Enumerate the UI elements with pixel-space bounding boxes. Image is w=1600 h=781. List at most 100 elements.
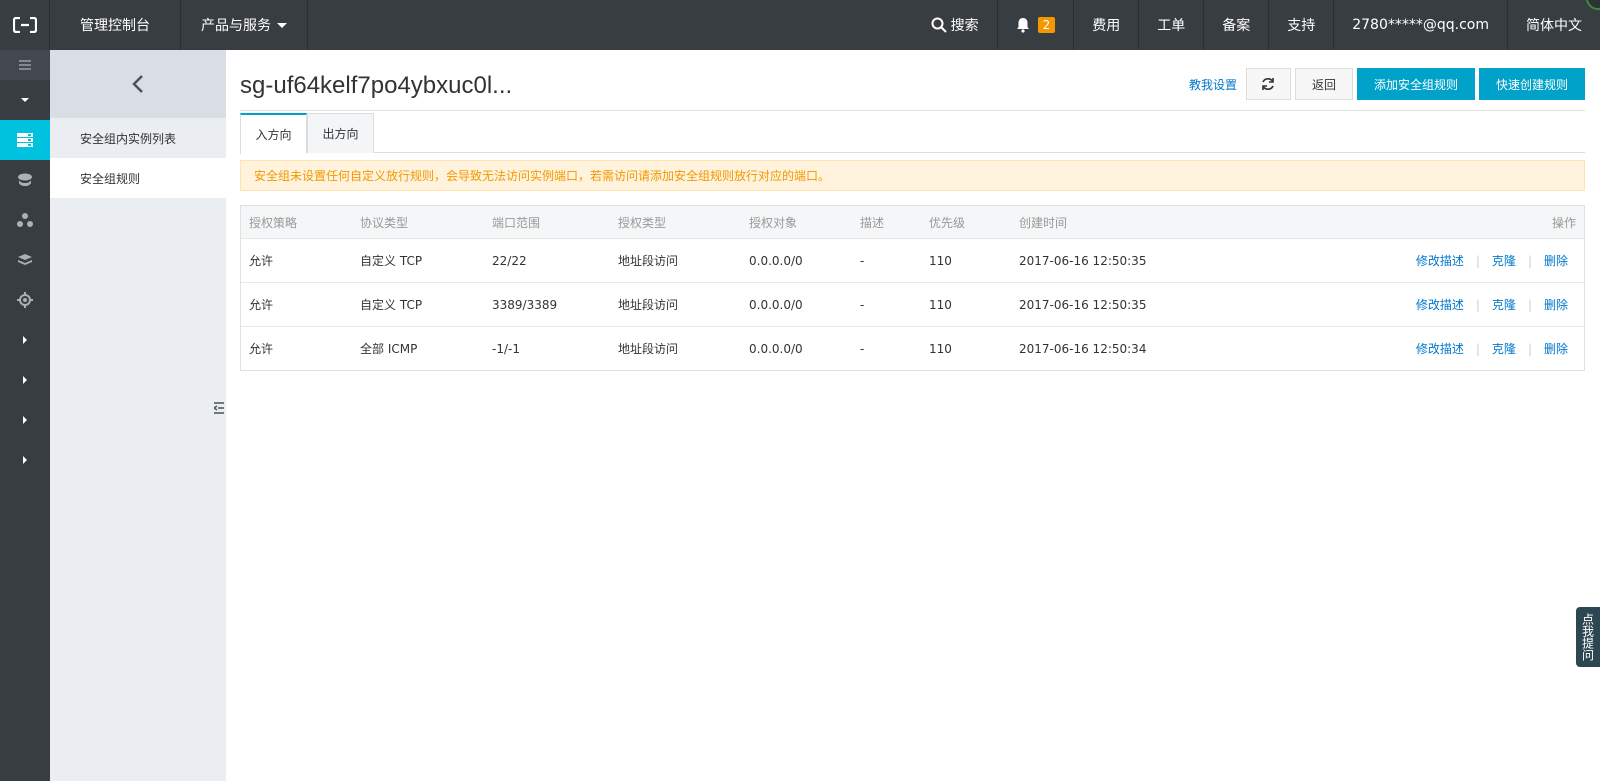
back-return-button[interactable]: 返回 <box>1294 68 1353 100</box>
search-label: 搜索 <box>950 18 979 34</box>
sidebar-item-rules[interactable]: 安全组规则 <box>50 158 226 198</box>
target-cell: 0.0.0.0/0 <box>749 297 803 312</box>
account-menu[interactable]: 2780*****@qq.com <box>1333 0 1507 50</box>
help-link[interactable]: 教我设置 <box>1189 76 1237 93</box>
protocol-cell: 自定义 TCP <box>360 298 423 312</box>
icp-filing-link[interactable]: 备案 <box>1203 0 1268 50</box>
layers-icon <box>18 254 32 265</box>
billing-link[interactable]: 费用 <box>1073 0 1138 50</box>
rail-expand-button[interactable] <box>0 80 50 120</box>
notification-count-badge: 2 <box>1037 17 1056 33</box>
clone-link[interactable]: 克隆 <box>1492 340 1516 357</box>
port-cell: -1/-1 <box>492 341 520 356</box>
rail-network-button[interactable] <box>0 200 50 240</box>
refresh-button[interactable] <box>1245 68 1291 100</box>
delete-link[interactable]: 删除 <box>1544 252 1568 269</box>
database-icon <box>18 173 32 186</box>
refresh-icon <box>1262 78 1275 90</box>
separator: | <box>1527 297 1532 312</box>
rail-settings-button[interactable] <box>0 280 50 320</box>
chevron-down-icon <box>277 22 287 28</box>
clone-link[interactable]: 克隆 <box>1492 296 1516 313</box>
port-cell: 3389/3389 <box>492 297 558 312</box>
protocol-cell: 全部 ICMP <box>360 342 418 356</box>
language-switcher[interactable]: 简体中文 <box>1507 0 1600 50</box>
edit-description-link[interactable]: 修改描述 <box>1416 252 1464 269</box>
description-cell: - <box>860 341 865 356</box>
auth-type-cell: 地址段访问 <box>618 298 679 312</box>
top-navigation-bar: 管理控制台 产品与服务 搜索 2 费用 工单 备案 支持 2780*****@q… <box>0 0 1600 50</box>
notifications-button[interactable]: 2 <box>996 0 1074 50</box>
secondary-sidebar: 安全组内实例列表 安全组规则 <box>50 50 226 781</box>
separator: | <box>1475 297 1480 312</box>
aliyun-logo-icon[interactable] <box>0 0 50 50</box>
gear-icon <box>17 292 33 308</box>
page-title: sg-uf64kelf7po4ybxuc0l... <box>240 72 513 99</box>
table-row: 允许 自定义 TCP 22/22 地址段访问 0.0.0.0/0 - 110 2… <box>241 238 1584 282</box>
created-time-cell: 2017-06-16 12:50:35 <box>1019 253 1147 268</box>
column-header: 端口范围 <box>492 215 541 230</box>
rail-group-1-expand[interactable] <box>0 320 50 360</box>
add-security-rule-button[interactable]: 添加安全组规则 <box>1356 68 1475 100</box>
direction-tabs: 入方向 出方向 <box>240 113 1585 154</box>
ask-question-button[interactable]: 点我提问 <box>1576 607 1600 667</box>
sidebar-item-instances[interactable]: 安全组内实例列表 <box>50 118 226 158</box>
column-header: 描述 <box>860 215 885 230</box>
rail-group-4-expand[interactable] <box>0 440 50 480</box>
support-link[interactable]: 支持 <box>1268 0 1333 50</box>
separator: | <box>1527 253 1532 268</box>
tab-outbound[interactable]: 出方向 <box>307 113 374 153</box>
edit-description-link[interactable]: 修改描述 <box>1416 340 1464 357</box>
protocol-cell: 自定义 TCP <box>360 254 423 268</box>
policy-cell: 允许 <box>249 342 274 356</box>
collapse-icon <box>214 402 224 414</box>
quick-create-rule-button[interactable]: 快速创建规则 <box>1478 68 1585 100</box>
title-divider <box>240 110 1585 111</box>
created-time-cell: 2017-06-16 12:50:34 <box>1019 341 1147 356</box>
server-icon <box>17 133 33 147</box>
search-button[interactable]: 搜索 <box>913 0 997 50</box>
search-icon <box>931 17 947 33</box>
chevron-left-icon <box>132 75 143 93</box>
header-actions: 教我设置 返回 添加安全组规则 快速创建规则 <box>1189 68 1585 100</box>
rail-storage-button[interactable] <box>0 240 50 280</box>
warning-alert: 安全组未设置任何自定义放行规则，会导致无法访问实例端口，若需访问请添加安全组规则… <box>240 160 1585 191</box>
rail-group-2-expand[interactable] <box>0 360 50 400</box>
policy-cell: 允许 <box>249 298 274 312</box>
table-header: 授权策略 协议类型 端口范围 授权类型 授权对象 描述 优先级 创建时间 操作 <box>241 206 1584 238</box>
column-header: 授权类型 <box>618 215 667 230</box>
menu-toggle-icon[interactable] <box>0 50 50 80</box>
column-header: 授权策略 <box>249 215 298 230</box>
table-row: 允许 全部 ICMP -1/-1 地址段访问 0.0.0.0/0 - 110 2… <box>241 326 1584 370</box>
target-cell: 0.0.0.0/0 <box>749 341 803 356</box>
description-cell: - <box>860 297 865 312</box>
rail-database-button[interactable] <box>0 160 50 200</box>
rail-ecs-button[interactable] <box>0 120 50 160</box>
back-button[interactable] <box>50 50 226 118</box>
caret-down-icon <box>21 98 29 102</box>
column-header: 优先级 <box>929 215 966 230</box>
caret-right-icon <box>23 456 27 464</box>
caret-right-icon <box>23 416 27 424</box>
column-header: 创建时间 <box>1019 215 1068 230</box>
clone-link[interactable]: 克隆 <box>1492 252 1516 269</box>
port-cell: 22/22 <box>492 253 527 268</box>
tickets-link[interactable]: 工单 <box>1138 0 1203 50</box>
delete-link[interactable]: 删除 <box>1544 340 1568 357</box>
delete-link[interactable]: 删除 <box>1544 296 1568 313</box>
caret-right-icon <box>23 336 27 344</box>
rules-table: 授权策略 协议类型 端口范围 授权类型 授权对象 描述 优先级 创建时间 操作 … <box>240 205 1585 371</box>
network-icon <box>17 213 33 227</box>
rail-group-3-expand[interactable] <box>0 400 50 440</box>
console-home-link[interactable]: 管理控制台 <box>50 0 181 50</box>
sidebar-collapse-handle[interactable] <box>212 384 226 432</box>
separator: | <box>1475 341 1480 356</box>
caret-right-icon <box>23 376 27 384</box>
tab-inbound[interactable]: 入方向 <box>240 113 307 154</box>
edit-description-link[interactable]: 修改描述 <box>1416 296 1464 313</box>
table-row: 允许 自定义 TCP 3389/3389 地址段访问 0.0.0.0/0 - 1… <box>241 282 1584 326</box>
products-services-menu[interactable]: 产品与服务 <box>181 0 308 50</box>
created-time-cell: 2017-06-16 12:50:35 <box>1019 297 1147 312</box>
priority-cell: 110 <box>929 297 952 312</box>
bell-icon <box>1016 18 1029 33</box>
